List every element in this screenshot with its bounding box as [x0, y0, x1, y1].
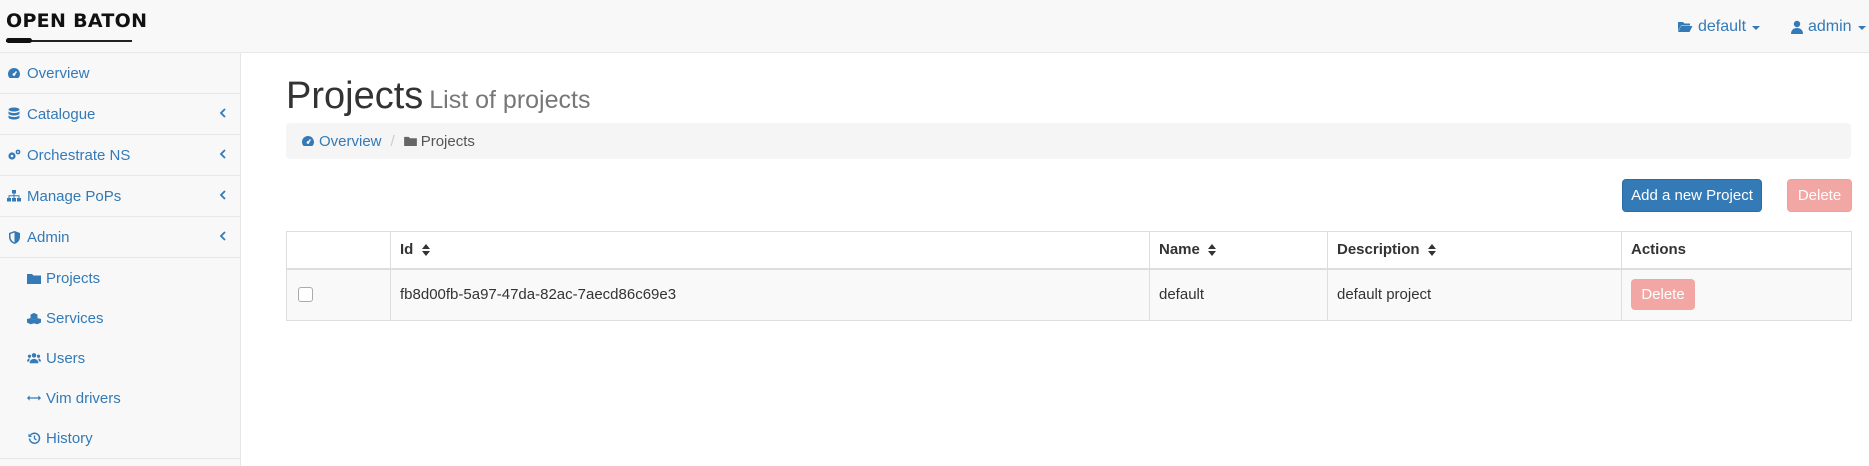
sidebar-item-label: Manage PoPs: [27, 187, 122, 205]
sidebar-subitem-services[interactable]: Services: [0, 298, 240, 338]
sidebar-subitem-label: Vim drivers: [46, 389, 121, 407]
users-icon: [27, 351, 41, 365]
breadcrumb-separator: /: [390, 132, 395, 150]
sidebar-subitem-label: Services: [46, 309, 104, 327]
breadcrumb-label: Overview: [319, 132, 382, 150]
top-navbar: OPEN BATON default admin: [0, 0, 1869, 53]
column-header-label: Actions: [1631, 241, 1687, 259]
sidebar-subitem-vim-drivers[interactable]: Vim drivers: [0, 378, 240, 418]
sort-icon: [1427, 244, 1436, 257]
dashboard-icon: [7, 66, 21, 80]
project-name-cell: default: [1149, 268, 1328, 321]
sidebar-subitem-label: Users: [46, 349, 86, 367]
sidebar-item-label: Overview: [27, 64, 90, 82]
project-dropdown-label: default: [1698, 17, 1747, 35]
row-select-cell: [286, 268, 391, 321]
page-subtitle: List of projects: [429, 86, 591, 114]
sidebar: Overview Catalogue Orchestrate NS Manage…: [0, 53, 241, 466]
column-header-id[interactable]: Id: [390, 231, 1150, 270]
sidebar-item-admin[interactable]: Admin: [0, 217, 240, 258]
column-header-description[interactable]: Description: [1327, 231, 1622, 270]
cogs-icon: [7, 148, 21, 162]
project-dropdown[interactable]: default: [1677, 0, 1761, 53]
chevron-left-icon: [219, 149, 226, 159]
sidebar-subitem-projects[interactable]: Projects: [0, 258, 240, 298]
delete-selected-button[interactable]: Delete: [1787, 179, 1852, 212]
sidebar-item-manage-pops[interactable]: Manage PoPs: [0, 176, 240, 217]
sidebar-item-catalogue[interactable]: Catalogue: [0, 94, 240, 135]
page-title: Projects List of projects: [286, 74, 590, 122]
project-id-cell: fb8d00fb-5a97-47da-82ac-7aecd86c69e3: [390, 268, 1150, 321]
chevron-left-icon: [219, 108, 226, 118]
row-actions-cell: Delete: [1621, 268, 1852, 321]
sidebar-subitem-history[interactable]: History: [0, 418, 240, 458]
sort-icon: [1208, 244, 1217, 257]
select-column-header: [286, 231, 391, 270]
page-title-text: Projects: [286, 75, 424, 117]
brand-accent: [6, 38, 32, 43]
admin-submenu: Projects Services Users Vim drivers Hist…: [0, 258, 240, 459]
folder-open-icon: [1678, 22, 1693, 32]
breadcrumb-label: Projects: [420, 132, 475, 150]
column-header-label: Description: [1337, 241, 1420, 259]
sitemap-icon: [7, 189, 21, 203]
projects-table: Id Name Description Actions fb8d00fb-5a9…: [286, 231, 1852, 321]
user-dropdown[interactable]: admin: [1791, 0, 1866, 53]
brand-logo[interactable]: OPEN BATON: [6, 10, 147, 46]
chevron-down-icon: [1752, 25, 1761, 30]
breadcrumb-current: Projects: [403, 132, 475, 150]
chevron-left-icon: [219, 190, 226, 200]
user-dropdown-label: admin: [1808, 17, 1852, 35]
user-icon: [1791, 20, 1803, 34]
sidebar-item-label: Orchestrate NS: [27, 146, 131, 164]
chevron-left-icon: [219, 231, 226, 241]
database-icon: [7, 107, 21, 121]
row-checkbox[interactable]: [298, 287, 313, 303]
column-header-actions: Actions: [1621, 231, 1852, 270]
folder-icon: [403, 136, 417, 146]
sidebar-item-label: Admin: [27, 228, 70, 246]
sidebar-subitem-label: History: [46, 429, 93, 447]
column-header-label: Name: [1159, 241, 1200, 259]
shield-icon: [7, 230, 21, 244]
sidebar-item-overview[interactable]: Overview: [0, 53, 240, 94]
add-project-button[interactable]: Add a new Project: [1622, 179, 1762, 212]
breadcrumb-overview-link[interactable]: Overview: [301, 133, 382, 150]
folder-icon: [27, 271, 41, 285]
dashboard-icon: [302, 136, 314, 146]
breadcrumb: Overview / Projects: [286, 123, 1851, 159]
chevron-down-icon: [1857, 25, 1866, 30]
row-delete-button[interactable]: Delete: [1631, 279, 1695, 311]
sidebar-item-label: Catalogue: [27, 105, 96, 123]
column-header-label: Id: [400, 241, 414, 259]
sidebar-item-orchestrate-ns[interactable]: Orchestrate NS: [0, 135, 240, 176]
arrows-h-icon: [27, 391, 41, 405]
column-header-name[interactable]: Name: [1149, 231, 1328, 270]
sidebar-subitem-label: Projects: [46, 269, 101, 287]
history-icon: [27, 431, 41, 445]
sort-icon: [421, 244, 430, 257]
project-description-cell: default project: [1327, 268, 1622, 321]
sidebar-subitem-users[interactable]: Users: [0, 338, 240, 378]
cubes-icon: [27, 311, 41, 325]
table-row: fb8d00fb-5a97-47da-82ac-7aecd86c69e3 def…: [286, 268, 1852, 321]
table-header-row: Id Name Description Actions: [286, 231, 1852, 270]
brand-logo-text: OPEN BATON: [6, 10, 148, 32]
